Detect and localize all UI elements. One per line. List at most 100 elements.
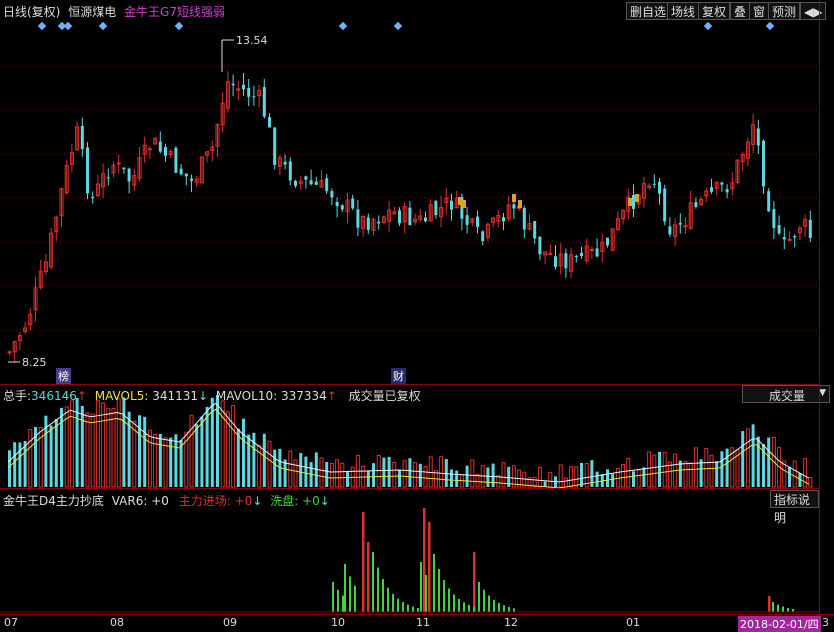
indicator-bar: [787, 607, 789, 612]
wash-label: 洗盘:: [270, 494, 299, 508]
candle-body: [147, 148, 152, 151]
candle-body: [158, 141, 162, 152]
volume-bar: [693, 447, 698, 488]
volume-bar: [122, 397, 126, 487]
kline-panel[interactable]: 13.54 8.25 榜 财: [0, 22, 819, 385]
indicator-title[interactable]: 金牛王D4主力抄底: [3, 494, 104, 508]
candle-body: [340, 205, 344, 210]
volume-bar: [741, 431, 745, 487]
volume-bar: [54, 419, 58, 487]
volume-bar: [153, 433, 158, 488]
candle-body: [351, 198, 355, 209]
volume-bar: [725, 448, 729, 487]
highlight-candle: [462, 200, 466, 208]
indicator-name[interactable]: 金牛王G7短线强弱: [124, 5, 225, 19]
volume-bar: [80, 405, 84, 487]
volume-bar: [382, 457, 386, 487]
candle-body: [772, 209, 776, 228]
candle-body: [294, 180, 297, 186]
volume-bar: [652, 454, 657, 488]
indicator-bar: [344, 564, 346, 612]
x-label-11: 11: [416, 616, 430, 629]
candle-body: [725, 189, 729, 193]
indicator-panel[interactable]: 金牛王D4主力抄底 VAR6: +0 主力进场: +0↓ 洗盘: +0↓ 指标说…: [0, 488, 819, 614]
volume-bar: [346, 471, 349, 487]
indicator-bar: [493, 599, 495, 612]
indicator-bar: [332, 582, 334, 612]
volume-bar: [95, 400, 100, 488]
var6-value: +0: [151, 494, 169, 508]
period-label[interactable]: 日线(复权): [3, 5, 60, 19]
candle-body: [252, 96, 256, 98]
highlight-candle: [518, 200, 522, 208]
candle-body: [580, 252, 583, 257]
candle-body: [720, 182, 724, 185]
volume-bar: [548, 471, 553, 488]
highlight-candle: [512, 194, 516, 202]
x-label-12: 12: [504, 616, 518, 629]
window-button[interactable]: 窗: [749, 2, 770, 20]
indicator-bar: [387, 587, 389, 612]
delete-watchlist-button[interactable]: 删自选: [626, 2, 671, 20]
volume-bar: [595, 471, 599, 487]
indicator-bar: [498, 602, 500, 612]
chart-header: 日线(复权) 恒源煤电 金牛王G7短线强弱: [3, 3, 225, 20]
volume-bar: [413, 462, 418, 488]
volume-bar: [387, 456, 391, 487]
finance-marker[interactable]: 财: [391, 368, 406, 384]
indicator-bar: [463, 602, 465, 612]
right-axis: [819, 0, 834, 614]
volume-bar: [418, 463, 422, 487]
candle-body: [273, 127, 277, 165]
volume-bar: [465, 465, 469, 487]
candle-body: [793, 235, 797, 238]
candle-body: [554, 256, 557, 267]
indicator-bar: [342, 595, 344, 612]
candle-body: [512, 204, 516, 209]
event-marker-icon: [703, 22, 713, 31]
volume-bar: [662, 451, 667, 488]
volume-bar: [537, 466, 542, 488]
volume-dropdown[interactable]: 成交量 ▼: [742, 385, 830, 403]
indicator-bar: [349, 576, 351, 612]
event-marker-icon: [174, 22, 184, 31]
adjust-button[interactable]: 复权: [698, 2, 731, 20]
main-in-value: +0: [234, 494, 253, 508]
volume-bar: [376, 454, 381, 488]
forecast-button[interactable]: 预测: [768, 2, 801, 20]
x-label-09: 09: [223, 616, 237, 629]
ranking-marker[interactable]: 榜: [56, 368, 71, 384]
volume-bar: [127, 411, 131, 487]
indicator-bar: [382, 579, 384, 612]
volume-bar: [745, 428, 750, 488]
candle-body: [502, 217, 505, 222]
volume-total-value: 346146: [31, 389, 77, 403]
candle-body: [356, 209, 360, 228]
volume-bar: [13, 442, 17, 487]
candle-body: [408, 207, 412, 226]
overlay-button[interactable]: 叠: [730, 2, 751, 20]
event-marker-icon: [98, 22, 108, 31]
field-line-button[interactable]: 场线: [667, 2, 700, 20]
indicator-spike: [362, 512, 365, 612]
candle-body: [190, 178, 193, 181]
volume-panel[interactable]: 总手:346146↑ MAVOL5: 341131↓ MAVOL10: 3373…: [0, 384, 830, 489]
indicator-bar: [503, 605, 505, 612]
volume-bar: [69, 400, 74, 488]
indicator-bar: [438, 569, 440, 612]
indicator-help-button[interactable]: 指标说明: [770, 490, 819, 525]
indicator-bar: [453, 594, 455, 612]
candle-body: [268, 116, 271, 128]
volume-bar: [444, 459, 448, 487]
kline-chart: [0, 22, 819, 363]
volume-bar: [138, 415, 141, 487]
x-axis: 07 08 09 10 11 12 01 2018-02-01/四 3: [0, 614, 834, 632]
candle-body: [787, 238, 792, 241]
candle-body: [86, 147, 89, 194]
volume-bar: [580, 462, 583, 487]
volume-bar: [28, 429, 33, 488]
mavol5-label: MAVOL5:: [94, 389, 149, 403]
candle-body: [288, 161, 292, 181]
volume-bar: [569, 466, 574, 488]
indicator-bar: [468, 604, 470, 612]
